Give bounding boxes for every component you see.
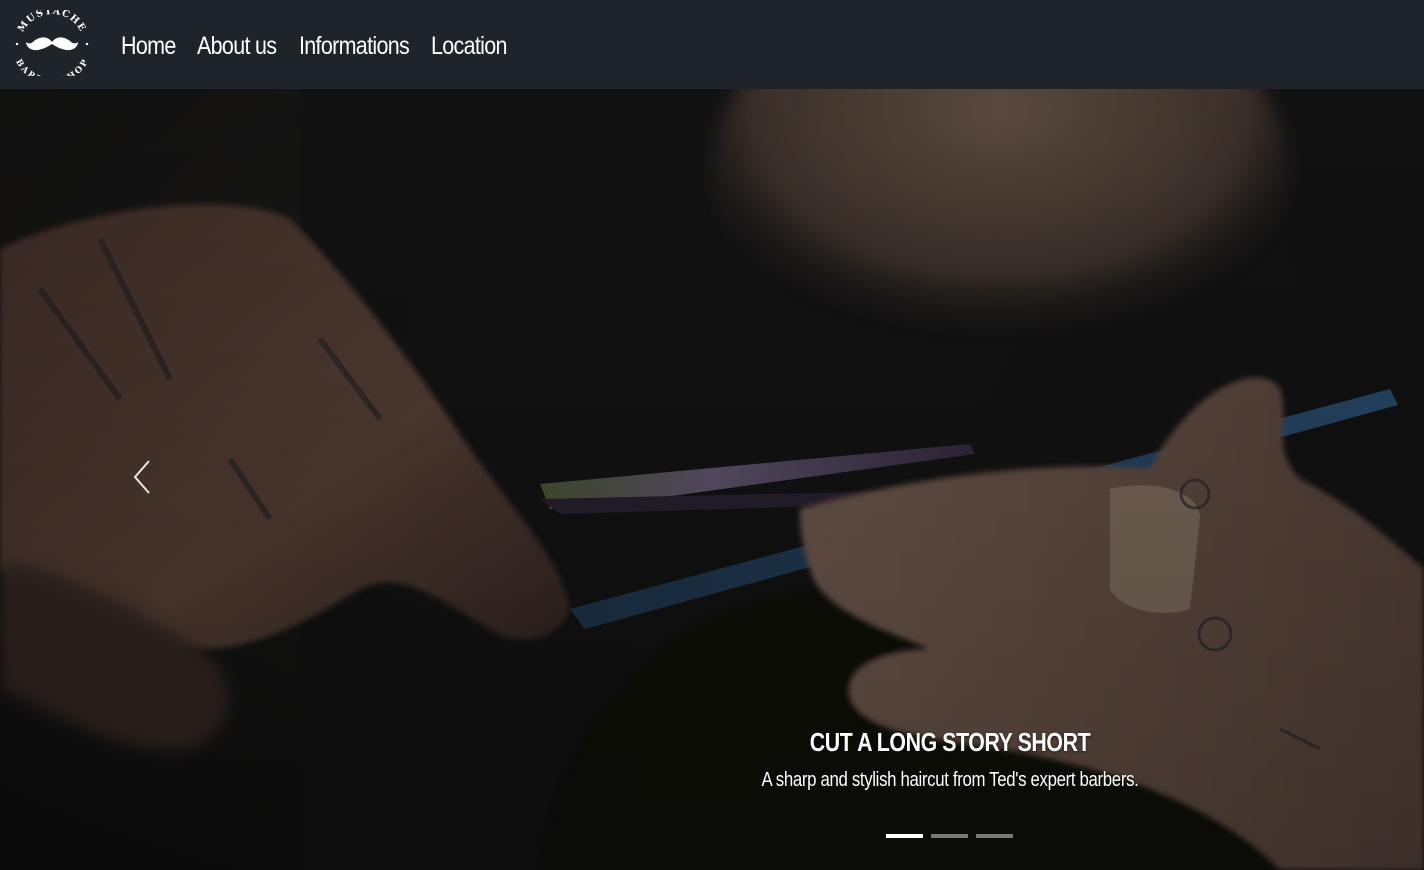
navbar: MUSTACHE BARBERSHOP Home About us Inform… <box>0 0 1424 89</box>
chevron-left-icon <box>133 460 150 494</box>
brand-bottom-text: BARBERSHOP <box>13 57 89 86</box>
carousel-indicator-2[interactable] <box>931 834 968 838</box>
carousel-indicators <box>886 834 1013 838</box>
nav-location-link[interactable]: Location <box>431 28 507 64</box>
carousel-indicator-3[interactable] <box>976 834 1013 838</box>
mustache-logo-icon: MUSTACHE BARBERSHOP <box>13 6 90 87</box>
nav-informations-link[interactable]: Informations <box>299 28 410 64</box>
nav-about-link[interactable]: About us <box>197 28 277 64</box>
caption-title: CUT A LONG STORY SHORT <box>809 727 1091 757</box>
brand-top-text: MUSTACHE <box>16 6 87 35</box>
carousel-prev-button[interactable] <box>118 447 166 507</box>
carousel-indicator-1[interactable] <box>886 834 923 838</box>
svg-text:BARBERSHOP: BARBERSHOP <box>14 57 90 76</box>
hero-carousel: CUT A LONG STORY SHORT A sharp and styli… <box>0 89 1424 870</box>
main-nav: Home About us Informations Location <box>121 28 519 64</box>
nav-home-link[interactable]: Home <box>121 28 176 64</box>
carousel-caption: CUT A LONG STORY SHORT A sharp and styli… <box>700 724 1200 795</box>
svg-text:MUSTACHE: MUSTACHE <box>16 10 88 34</box>
brand-logo[interactable]: MUSTACHE BARBERSHOP <box>13 6 90 87</box>
caption-text: A sharp and stylish haircut from Ted's e… <box>761 769 1139 791</box>
